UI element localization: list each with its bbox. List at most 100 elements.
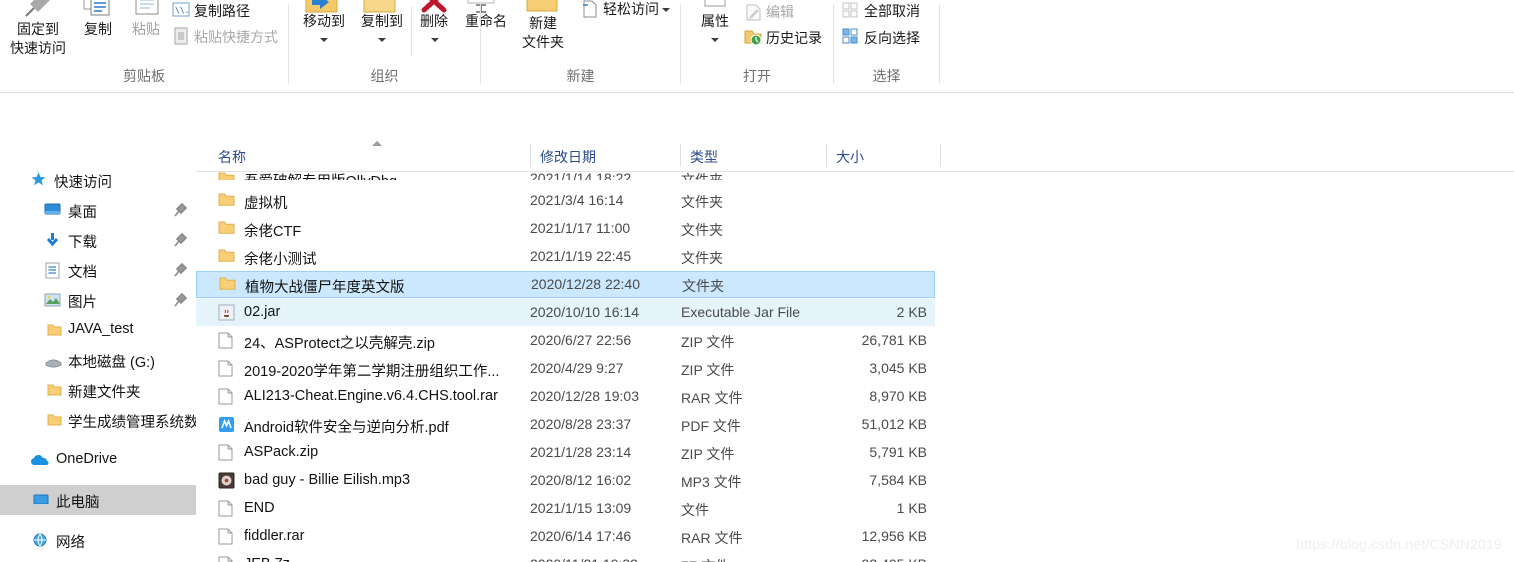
table-row[interactable]: 虚拟机 2021/3/4 16:14 文件夹 [196, 187, 935, 214]
table-row[interactable]: bad guy - Billie Eilish.mp3 2020/8/12 16… [196, 467, 935, 494]
column-header-name[interactable]: 名称 [218, 147, 246, 167]
easy-access-button[interactable]: 轻松访问 [603, 0, 670, 18]
edit-button[interactable]: 编辑 [766, 3, 794, 21]
address-bar: ← → ⌄ ↑ ❯ 此电脑 ❯ 本地磁盘 (G:) [0, 93, 1514, 225]
table-row[interactable]: 植物大战僵尸年度英文版 2020/12/28 22:40 文件夹 [196, 271, 935, 298]
file-type: 文件夹 [681, 194, 723, 210]
sidebar-item-onedrive[interactable]: OneDrive [0, 445, 196, 475]
select-none-button[interactable]: 全部取消 [864, 2, 920, 20]
copy-to-chevron-down-icon[interactable] [378, 38, 386, 42]
paste-shortcut-button[interactable]: 粘贴快捷方式 [194, 28, 278, 46]
file-date: 2020/8/12 16:02 [530, 472, 632, 488]
properties-button[interactable]: 属性 [689, 12, 741, 31]
sidebar-label-desktop: 桌面 [68, 205, 97, 221]
sidebar-item-network[interactable]: 网络 [0, 525, 196, 555]
edit-label: 编辑 [766, 4, 794, 20]
pin-icon[interactable] [174, 292, 188, 307]
file-date: 2020/11/21 19:32 [530, 556, 638, 562]
table-row[interactable]: 余佬CTF 2021/1/17 11:00 文件夹 [196, 215, 935, 242]
table-row[interactable]: END 2021/1/15 13:09 文件 1 KB [196, 495, 935, 522]
file-date: 2021/1/14 18:22 [530, 171, 632, 180]
file-date: 2021/1/17 11:00 [530, 220, 631, 236]
pin-label-line1: 固定到 [17, 21, 59, 37]
table-row[interactable]: JEB.7z 2020/11/21 19:32 7Z 文件 92,405 KB [196, 551, 935, 562]
table-row[interactable]: 24、ASProtect之以壳解壳.zip 2020/6/27 22:56 ZI… [196, 327, 935, 354]
invert-selection-button[interactable]: 反向选择 [864, 29, 920, 47]
file-type: ZIP 文件 [681, 334, 735, 350]
column-header-type[interactable]: 类型 [690, 147, 718, 167]
sidebar-item-pictures[interactable]: 图片 [0, 285, 196, 315]
column-divider-2[interactable] [680, 144, 681, 167]
sidebar-item-documents[interactable]: 文档 [0, 255, 196, 285]
sidebar-item-desktop[interactable]: 桌面 [0, 195, 196, 225]
table-row[interactable]: 吾爱破解专用版OllyDbg 2021/1/14 18:22 文件夹 [196, 171, 935, 180]
easy-access-chevron-down-icon[interactable] [662, 8, 670, 13]
pin-to-quick-access-button[interactable]: 固定到 快速访问 [0, 20, 76, 58]
move-to-chevron-down-icon[interactable] [320, 38, 328, 42]
history-button[interactable]: 历史记录 [766, 29, 822, 47]
table-row[interactable]: 余佬小测试 2021/1/19 22:45 文件夹 [196, 243, 935, 270]
onedrive-icon [30, 454, 50, 470]
properties-label: 属性 [701, 13, 729, 29]
properties-chevron-down-icon[interactable] [711, 38, 719, 42]
file-date: 2021/1/28 23:14 [530, 444, 632, 460]
ribbon-group-open: 属性 编辑 历史记录 打开 [681, 0, 833, 92]
table-row[interactable]: ALI213-Cheat.Engine.v6.4.CHS.tool.rar 20… [196, 383, 935, 410]
column-header-size[interactable]: 大小 [836, 147, 864, 167]
column-divider-1[interactable] [530, 144, 531, 167]
sidebar-label-new-folder: 新建文件夹 [68, 385, 141, 401]
new-folder-label-line2: 文件夹 [522, 34, 564, 50]
table-row[interactable]: Android软件安全与逆向分析.pdf 2020/8/28 23:37 PDF… [196, 411, 935, 438]
table-row[interactable]: 02.jar 2020/10/10 16:14 Executable Jar F… [196, 299, 935, 326]
table-row[interactable]: 2019-2020学年第二学期注册组织工作... 2020/4/29 9:27 … [196, 355, 935, 382]
move-to-button[interactable]: 移动到 [295, 12, 353, 31]
pin-icon[interactable] [174, 202, 188, 217]
invert-selection-label: 反向选择 [864, 30, 920, 46]
copy-button[interactable]: 复制 [76, 20, 120, 39]
file-size: 5,791 KB [869, 444, 927, 460]
sidebar-item-new-folder[interactable]: 新建文件夹 [0, 375, 196, 405]
sidebar-item-quick-access[interactable]: 快速访问 [0, 165, 196, 195]
folder-icon [47, 323, 62, 340]
file-type: 文件夹 [681, 172, 723, 180]
watermark-text: https://blog.csdn.net/CSNN2019 [1295, 536, 1502, 552]
column-header-date[interactable]: 修改日期 [540, 147, 596, 167]
new-folder-button[interactable]: 新建 文件夹 [511, 14, 575, 52]
paste-button[interactable]: 粘贴 [124, 20, 168, 39]
delete-button[interactable]: 删除 [410, 12, 458, 31]
table-row[interactable]: ASPack.zip 2021/1/28 23:14 ZIP 文件 5,791 … [196, 439, 935, 466]
sidebar-item-java-test[interactable]: JAVA_test [0, 315, 196, 345]
file-date: 2020/8/28 23:37 [530, 416, 632, 432]
file-name: fiddler.rar [244, 528, 305, 544]
file-date: 2020/6/27 22:56 [530, 332, 632, 348]
invert-selection-icon [842, 28, 860, 47]
file-size: 92,405 KB [862, 556, 927, 562]
sidebar-item-student-grade-system[interactable]: 学生成绩管理系统数 [0, 405, 196, 435]
file-name: 吾爱破解专用版OllyDbg [244, 171, 397, 180]
svg-text:\\..: \\.. [175, 6, 190, 15]
file-size: 2 KB [896, 304, 927, 320]
file-size: 26,781 KB [861, 332, 927, 348]
sidebar-item-local-disk-g[interactable]: 本地磁盘 (G:) [0, 345, 196, 375]
copy-to-button[interactable]: 复制到 [353, 12, 411, 31]
copy-icon [79, 0, 115, 21]
file-size: 51,012 KB [861, 416, 927, 432]
table-row[interactable]: fiddler.rar 2020/6/14 17:46 RAR 文件 12,95… [196, 523, 935, 550]
file-list-pane: 名称 修改日期 类型 大小 吾爱破解专用版OllyDbg 2021/1/14 1… [196, 140, 1514, 562]
file-icon [218, 332, 236, 350]
delete-chevron-down-icon[interactable] [431, 38, 439, 42]
column-divider-4[interactable] [940, 144, 941, 167]
copy-path-button[interactable]: 复制路径 [194, 2, 250, 20]
sidebar-item-this-pc[interactable]: 此电脑 [0, 485, 196, 515]
ribbon-group-organize: 移动到 复制到 删除 重命名 组织 [289, 0, 507, 92]
easy-access-icon [581, 0, 599, 21]
pin-icon[interactable] [174, 262, 188, 277]
sort-ascending-icon [372, 141, 382, 146]
pin-icon[interactable] [174, 232, 188, 247]
sidebar-label-pictures: 图片 [68, 295, 97, 311]
copy-path-icon: \\.. [172, 2, 194, 21]
pictures-icon [44, 293, 61, 310]
sidebar-item-downloads[interactable]: 下载 [0, 225, 196, 255]
file-name: ASPack.zip [244, 444, 319, 460]
column-divider-3[interactable] [826, 144, 827, 167]
